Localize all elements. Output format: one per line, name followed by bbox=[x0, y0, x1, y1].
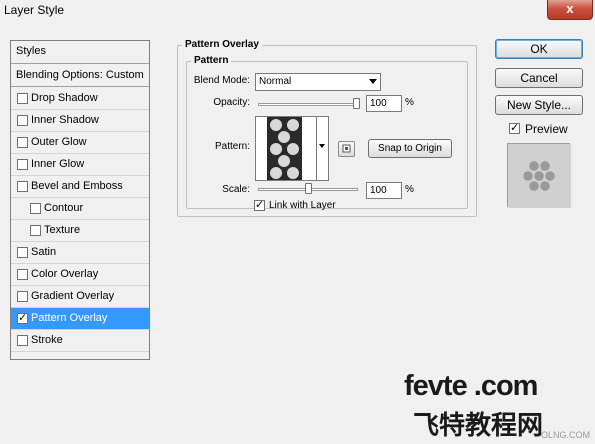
title-bar: Layer Style x bbox=[0, 0, 595, 22]
watermark-small: OLNG.COM bbox=[541, 430, 591, 440]
pattern-overlay-title: Pattern Overlay bbox=[182, 39, 262, 50]
style-item-label: Color Overlay bbox=[31, 268, 99, 280]
ok-button[interactable]: OK bbox=[495, 39, 583, 59]
style-checkbox[interactable] bbox=[17, 93, 28, 104]
style-item-gradient-overlay[interactable]: Gradient Overlay bbox=[11, 286, 149, 308]
link-with-layer-label: Link with Layer bbox=[269, 200, 336, 211]
opacity-label: Opacity: bbox=[213, 97, 250, 108]
style-checkbox[interactable] bbox=[17, 269, 28, 280]
chevron-down-icon bbox=[369, 79, 377, 84]
opacity-slider-track[interactable] bbox=[258, 103, 358, 106]
style-item-inner-shadow[interactable]: Inner Shadow bbox=[11, 110, 149, 132]
style-item-drop-shadow[interactable]: Drop Shadow bbox=[11, 88, 149, 110]
new-preset-icon bbox=[342, 144, 351, 153]
style-item-inner-glow[interactable]: Inner Glow bbox=[11, 154, 149, 176]
pattern-label: Pattern: bbox=[214, 141, 250, 152]
close-button[interactable]: x bbox=[547, 0, 593, 20]
cancel-button[interactable]: Cancel bbox=[495, 68, 583, 88]
close-icon: x bbox=[566, 1, 574, 16]
style-item-label: Pattern Overlay bbox=[31, 312, 108, 324]
style-item-bevel-and-emboss[interactable]: Bevel and Emboss bbox=[11, 176, 149, 198]
style-checkbox[interactable] bbox=[17, 335, 28, 346]
style-item-texture[interactable]: Texture bbox=[11, 220, 149, 242]
pattern-picker-divider bbox=[316, 117, 317, 180]
style-item-satin[interactable]: Satin bbox=[11, 242, 149, 264]
style-checkbox[interactable] bbox=[17, 115, 28, 126]
preview-image bbox=[508, 144, 571, 208]
blending-options-item[interactable]: Blending Options: Custom bbox=[11, 65, 149, 87]
style-checkbox[interactable] bbox=[17, 159, 28, 170]
style-item-pattern-overlay[interactable]: Pattern Overlay bbox=[11, 308, 149, 330]
scale-slider-thumb[interactable] bbox=[305, 183, 312, 194]
preview-thumbnail bbox=[507, 143, 571, 208]
style-item-label: Inner Glow bbox=[31, 158, 85, 170]
style-item-label: Inner Shadow bbox=[31, 114, 99, 126]
link-with-layer-checkbox[interactable] bbox=[254, 198, 265, 211]
window-title: Layer Style bbox=[4, 3, 65, 17]
style-item-contour[interactable]: Contour bbox=[11, 198, 149, 220]
style-checkbox[interactable] bbox=[17, 247, 28, 258]
scale-label: Scale: bbox=[222, 184, 250, 195]
watermark-text: fevte .com bbox=[404, 370, 538, 402]
style-item-label: Gradient Overlay bbox=[31, 290, 115, 302]
preview-checkbox[interactable] bbox=[509, 121, 520, 134]
style-item-outer-glow[interactable]: Outer Glow bbox=[11, 132, 149, 154]
pattern-swatch-icon bbox=[257, 117, 317, 180]
scale-input[interactable]: 100 bbox=[366, 182, 402, 199]
snap-to-origin-button[interactable]: Snap to Origin bbox=[368, 139, 452, 158]
style-item-label: Stroke bbox=[31, 334, 63, 346]
style-item-label: Drop Shadow bbox=[31, 92, 98, 104]
pattern-subgroup-title: Pattern bbox=[191, 55, 232, 66]
opacity-slider-thumb[interactable] bbox=[353, 98, 360, 109]
styles-header[interactable]: Styles bbox=[11, 41, 149, 64]
style-item-label: Contour bbox=[44, 202, 84, 214]
blend-mode-value: Normal bbox=[259, 76, 292, 87]
new-style-button[interactable]: New Style... bbox=[495, 95, 583, 115]
style-checkbox[interactable] bbox=[17, 291, 28, 302]
style-item-color-overlay[interactable]: Color Overlay bbox=[11, 264, 149, 286]
styles-panel: Styles Blending Options: Custom Drop Sha… bbox=[10, 40, 150, 360]
style-item-label: Texture bbox=[44, 224, 81, 236]
opacity-input[interactable]: 100 bbox=[366, 95, 402, 112]
style-item-stroke[interactable]: Stroke bbox=[11, 330, 149, 352]
style-item-label: Outer Glow bbox=[31, 136, 87, 148]
scale-unit: % bbox=[405, 184, 414, 195]
opacity-unit: % bbox=[405, 97, 414, 108]
new-preset-button[interactable] bbox=[338, 141, 355, 157]
blend-mode-label: Blend Mode: bbox=[193, 75, 250, 86]
style-checkbox[interactable] bbox=[30, 225, 41, 236]
chevron-down-icon bbox=[319, 144, 325, 148]
preview-label: Preview bbox=[525, 122, 568, 136]
style-checkbox[interactable] bbox=[30, 203, 41, 214]
style-checkbox[interactable] bbox=[17, 181, 28, 192]
blend-mode-select[interactable]: Normal bbox=[255, 73, 381, 91]
style-checkbox[interactable] bbox=[17, 137, 28, 148]
style-checkbox[interactable] bbox=[17, 311, 28, 324]
style-item-label: Satin bbox=[31, 246, 57, 258]
watermark-chinese: 飞特教程网 bbox=[413, 410, 544, 440]
style-item-label: Bevel and Emboss bbox=[31, 180, 123, 192]
pattern-picker[interactable] bbox=[255, 116, 329, 181]
